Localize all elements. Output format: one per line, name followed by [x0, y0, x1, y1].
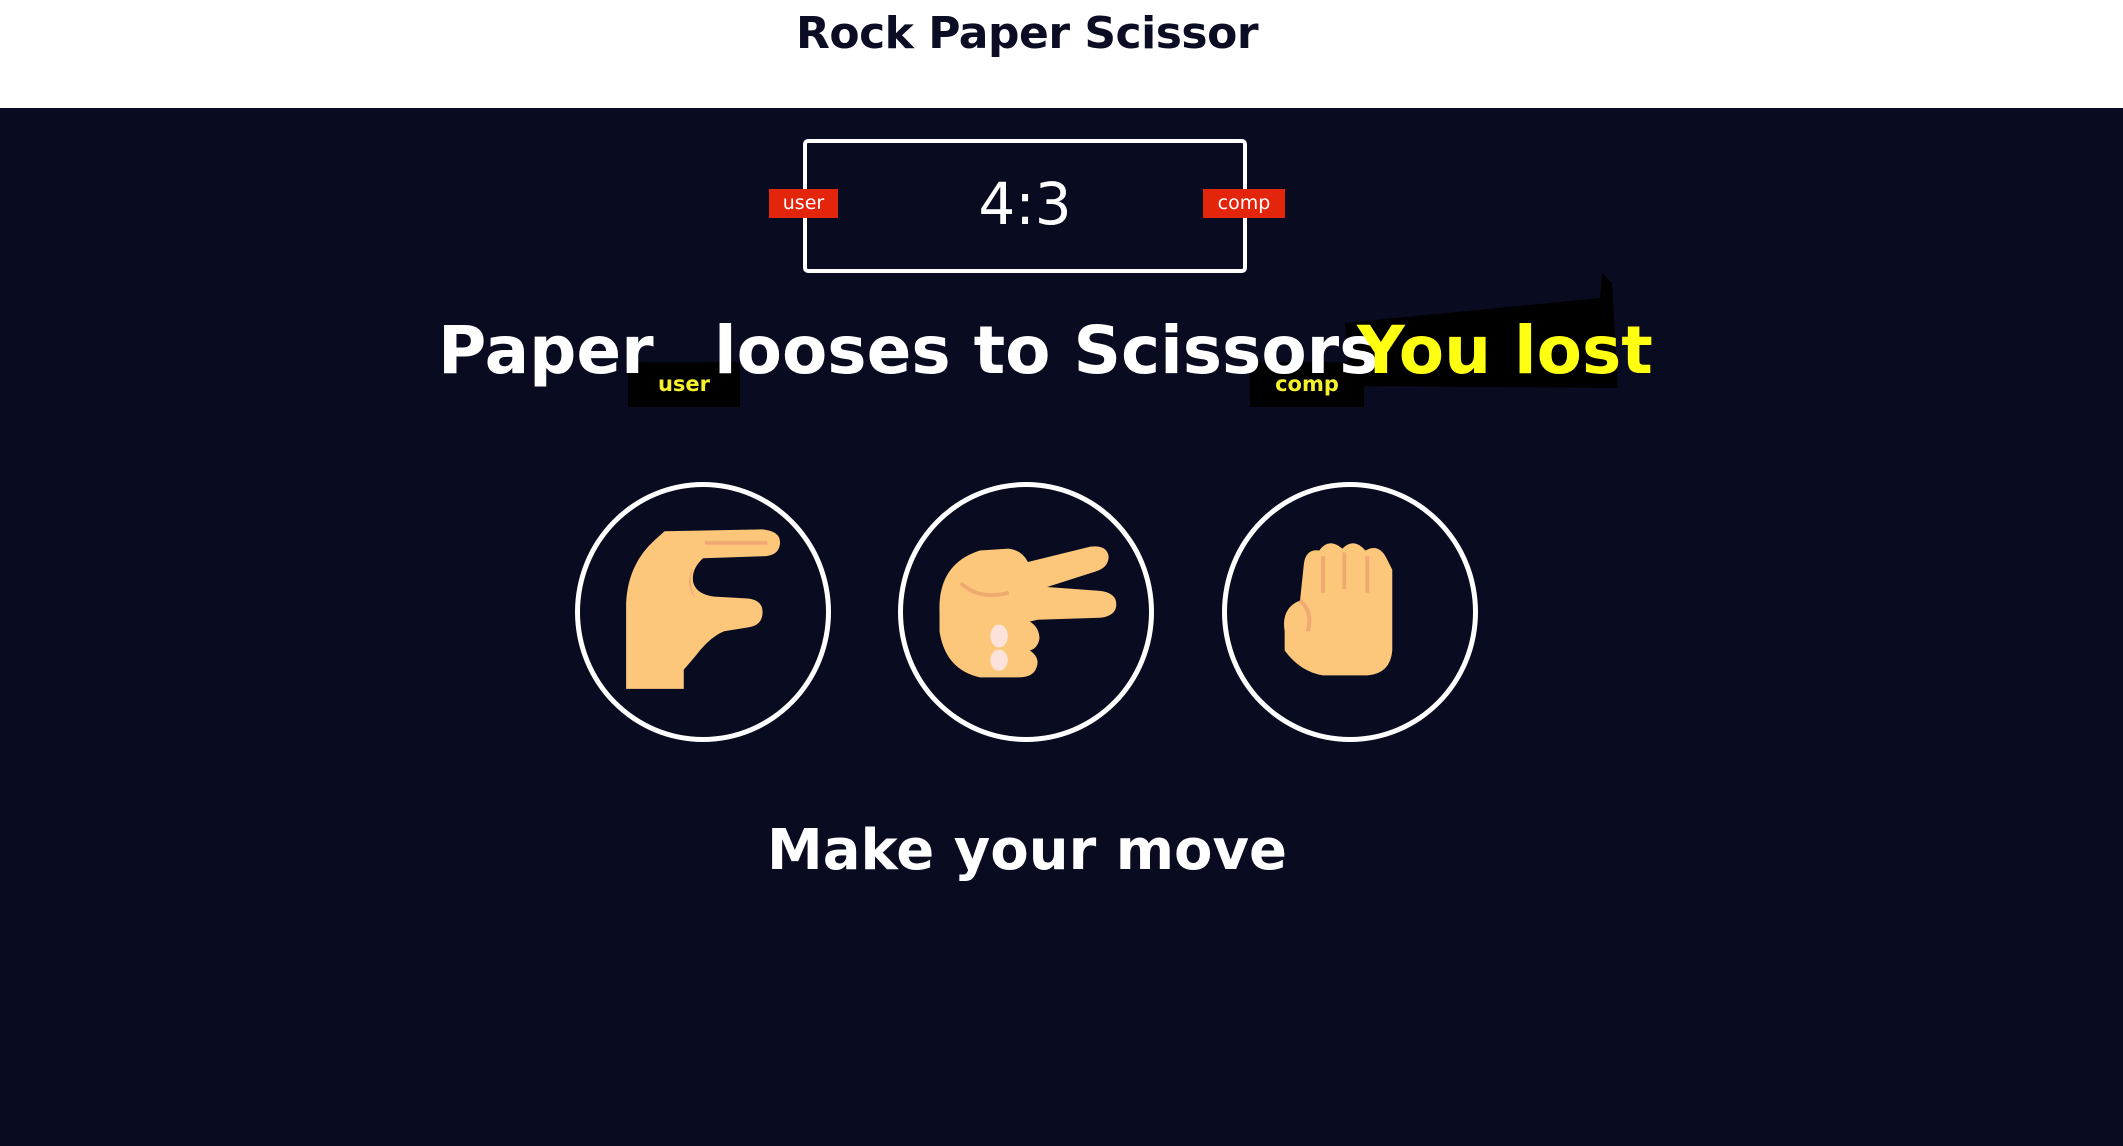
score-value: 4:3	[978, 170, 1072, 238]
result-outcome: You lost	[1357, 312, 1653, 389]
rock-fist-icon	[1284, 543, 1393, 676]
move-prompt: Make your move	[767, 818, 1287, 883]
header-bar: Rock Paper Scissor	[0, 0, 2123, 108]
scissors-button[interactable]	[898, 482, 1154, 742]
result-verb: looses to Scissors	[714, 312, 1379, 389]
paper-hand-icon	[626, 529, 781, 689]
page-title: Rock Paper Scissor	[795, 8, 1259, 59]
comp-badge: comp	[1203, 189, 1285, 218]
scissors-hand-icon	[939, 546, 1117, 678]
user-badge: user	[769, 189, 838, 218]
rock-button[interactable]	[1222, 482, 1478, 742]
paper-button[interactable]	[575, 482, 831, 742]
result-user-choice: Paper	[438, 312, 654, 389]
